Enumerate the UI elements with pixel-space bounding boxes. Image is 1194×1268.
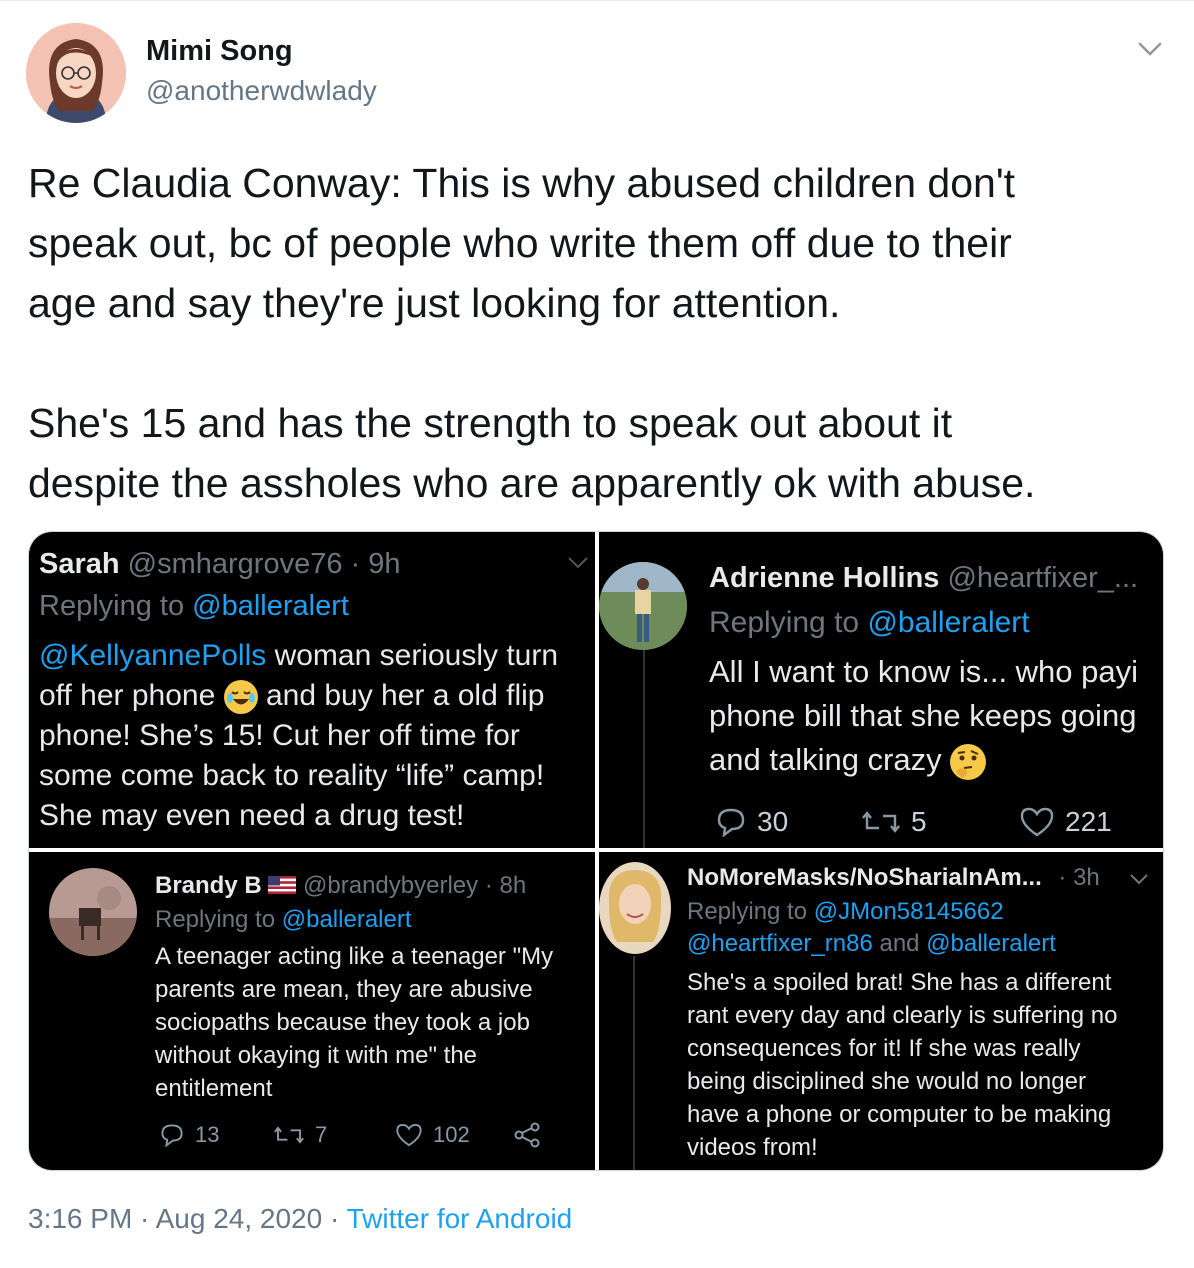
reply-avatar (49, 868, 137, 956)
tweet-card: Mimi Song @anotherwdwlady Re Claudia Con… (0, 0, 1194, 1268)
and-text: and (872, 930, 927, 957)
reply-text: She may even need a drug test! (39, 799, 465, 832)
tweet-metadata: 3:16 PM · Aug 24, 2020 · Twitter for And… (28, 1203, 572, 1235)
mention-link: @KellyannePolls (39, 639, 267, 672)
reply-text: rant every day and clearly is suffering … (687, 1002, 1118, 1029)
reply-text: videos from! (687, 1134, 818, 1161)
author-avatar[interactable] (26, 23, 126, 123)
like-count: 102 (395, 1122, 470, 1148)
replying-to-link: @balleralert (926, 930, 1056, 957)
reply-text: entitlement (155, 1075, 273, 1102)
reply-text: have a phone or computer to be making (687, 1101, 1112, 1128)
thinking-emoji-icon (950, 743, 987, 780)
reply-avatar (599, 562, 687, 650)
reply-text: sociopaths because they took a job (155, 1009, 530, 1036)
tweet-text: Re Claudia Conway: This is why abused ch… (28, 153, 1168, 513)
tweet-line: speak out, bc of people who write them o… (28, 220, 1012, 266)
reply-time: · 3h (1058, 864, 1100, 891)
tweet-line: despite the assholes who are apparently … (28, 460, 1036, 506)
reply-text: parents are mean, they are abusive (155, 976, 533, 1003)
share-icon (513, 1122, 551, 1148)
replying-prefix: Replying to (687, 898, 814, 925)
reply-text: A teenager acting like a teenager "My (155, 943, 554, 970)
reply-avatar (599, 862, 671, 954)
author-name[interactable]: Mimi Song (146, 35, 293, 68)
tweet-line: She's 15 and has the strength to speak o… (28, 400, 953, 446)
reply-text: She's a spoiled brat! She has a differen… (687, 969, 1112, 996)
heart-icon (396, 1123, 422, 1147)
reply-text: without okaying it with me" the (155, 1042, 478, 1069)
reply-text: All I want to know is... who payi (709, 654, 1139, 689)
replying-prefix: Replying to (39, 590, 193, 622)
retweet-icon (274, 1126, 304, 1144)
tweet-line: age and say they're just looking for att… (28, 280, 841, 326)
screenshot-panel-sarah[interactable]: Sarah @smhargrove76 · 9h Replying to @ba… (29, 532, 595, 848)
replying-prefix: Replying to (155, 906, 282, 933)
like-count: 221 (1019, 806, 1112, 838)
reply-author-handle: @heartfixer_... (947, 562, 1139, 594)
replying-to-link: @JMon58145662 (813, 898, 1004, 925)
reply-text: woman seriously turn (266, 639, 559, 672)
reply-text: off her phone (39, 679, 224, 712)
reply-count: 13 (159, 1122, 219, 1148)
retweet-count: 5 (861, 806, 927, 838)
reply-icon (161, 1124, 183, 1147)
chevron-down-icon[interactable] (1136, 35, 1164, 63)
reply-text: and talking crazy (709, 742, 951, 777)
us-flag-icon (268, 873, 297, 901)
reply-author-name: NoMoreMasks/NoSharialnAm... (687, 864, 1042, 891)
reply-text: consequences for it! If she was really (687, 1035, 1081, 1062)
replying-to-link: @balleralert (192, 590, 349, 622)
reply-author-name: Sarah (39, 548, 120, 580)
laughing-emoji-icon (223, 680, 258, 715)
timestamp[interactable]: 3:16 PM · Aug 24, 2020 · (28, 1203, 347, 1234)
replying-to-link: @heartfixer_rn86 (687, 930, 873, 957)
reply-text: phone! She’s 15! Cut her off time for (39, 719, 520, 752)
reply-author-handle: @brandybyerley · 8h (303, 872, 527, 899)
heart-icon (1020, 807, 1054, 837)
retweet-count: 7 (273, 1122, 327, 1148)
tweet-line: Re Claudia Conway: This is why abused ch… (28, 160, 1016, 206)
replying-to-link: @balleralert (867, 606, 1030, 639)
reply-text: some come back to reality “life” camp! (39, 759, 545, 792)
screenshot-panel-brandy[interactable]: Brandy B @brandybyerley · 8h Replying to… (29, 852, 595, 1170)
reply-text: phone bill that she keeps going (709, 698, 1137, 733)
reply-author-name: Adrienne Hollins (709, 562, 940, 594)
chevron-down-icon (1129, 872, 1149, 890)
replying-to-link: @balleralert (281, 906, 412, 933)
reply-text: being disciplined she would no longer (687, 1068, 1086, 1095)
author-handle[interactable]: @anotherwdwlady (146, 75, 377, 107)
reply-author-handle: @smhargrove76 · 9h (127, 548, 401, 580)
attached-image-grid[interactable]: Sarah @smhargrove76 · 9h Replying to @ba… (28, 531, 1164, 1171)
screenshot-panel-nomoremasks[interactable]: NoMoreMasks/NoSharialnAm... · 3h Replyin… (599, 852, 1163, 1170)
reply-author-name: Brandy B (155, 872, 262, 899)
screenshot-panel-adrienne[interactable]: Adrienne Hollins @heartfixer_... Replyin… (599, 532, 1163, 848)
source-link[interactable]: Twitter for Android (347, 1203, 573, 1234)
reply-icon (717, 808, 745, 837)
avatar-illustration (26, 23, 126, 123)
reply-count: 30 (715, 806, 788, 838)
replying-prefix: Replying to (709, 606, 868, 639)
reply-text: and buy her a old flip (257, 679, 545, 712)
retweet-icon (862, 811, 900, 833)
chevron-down-icon (567, 556, 589, 575)
